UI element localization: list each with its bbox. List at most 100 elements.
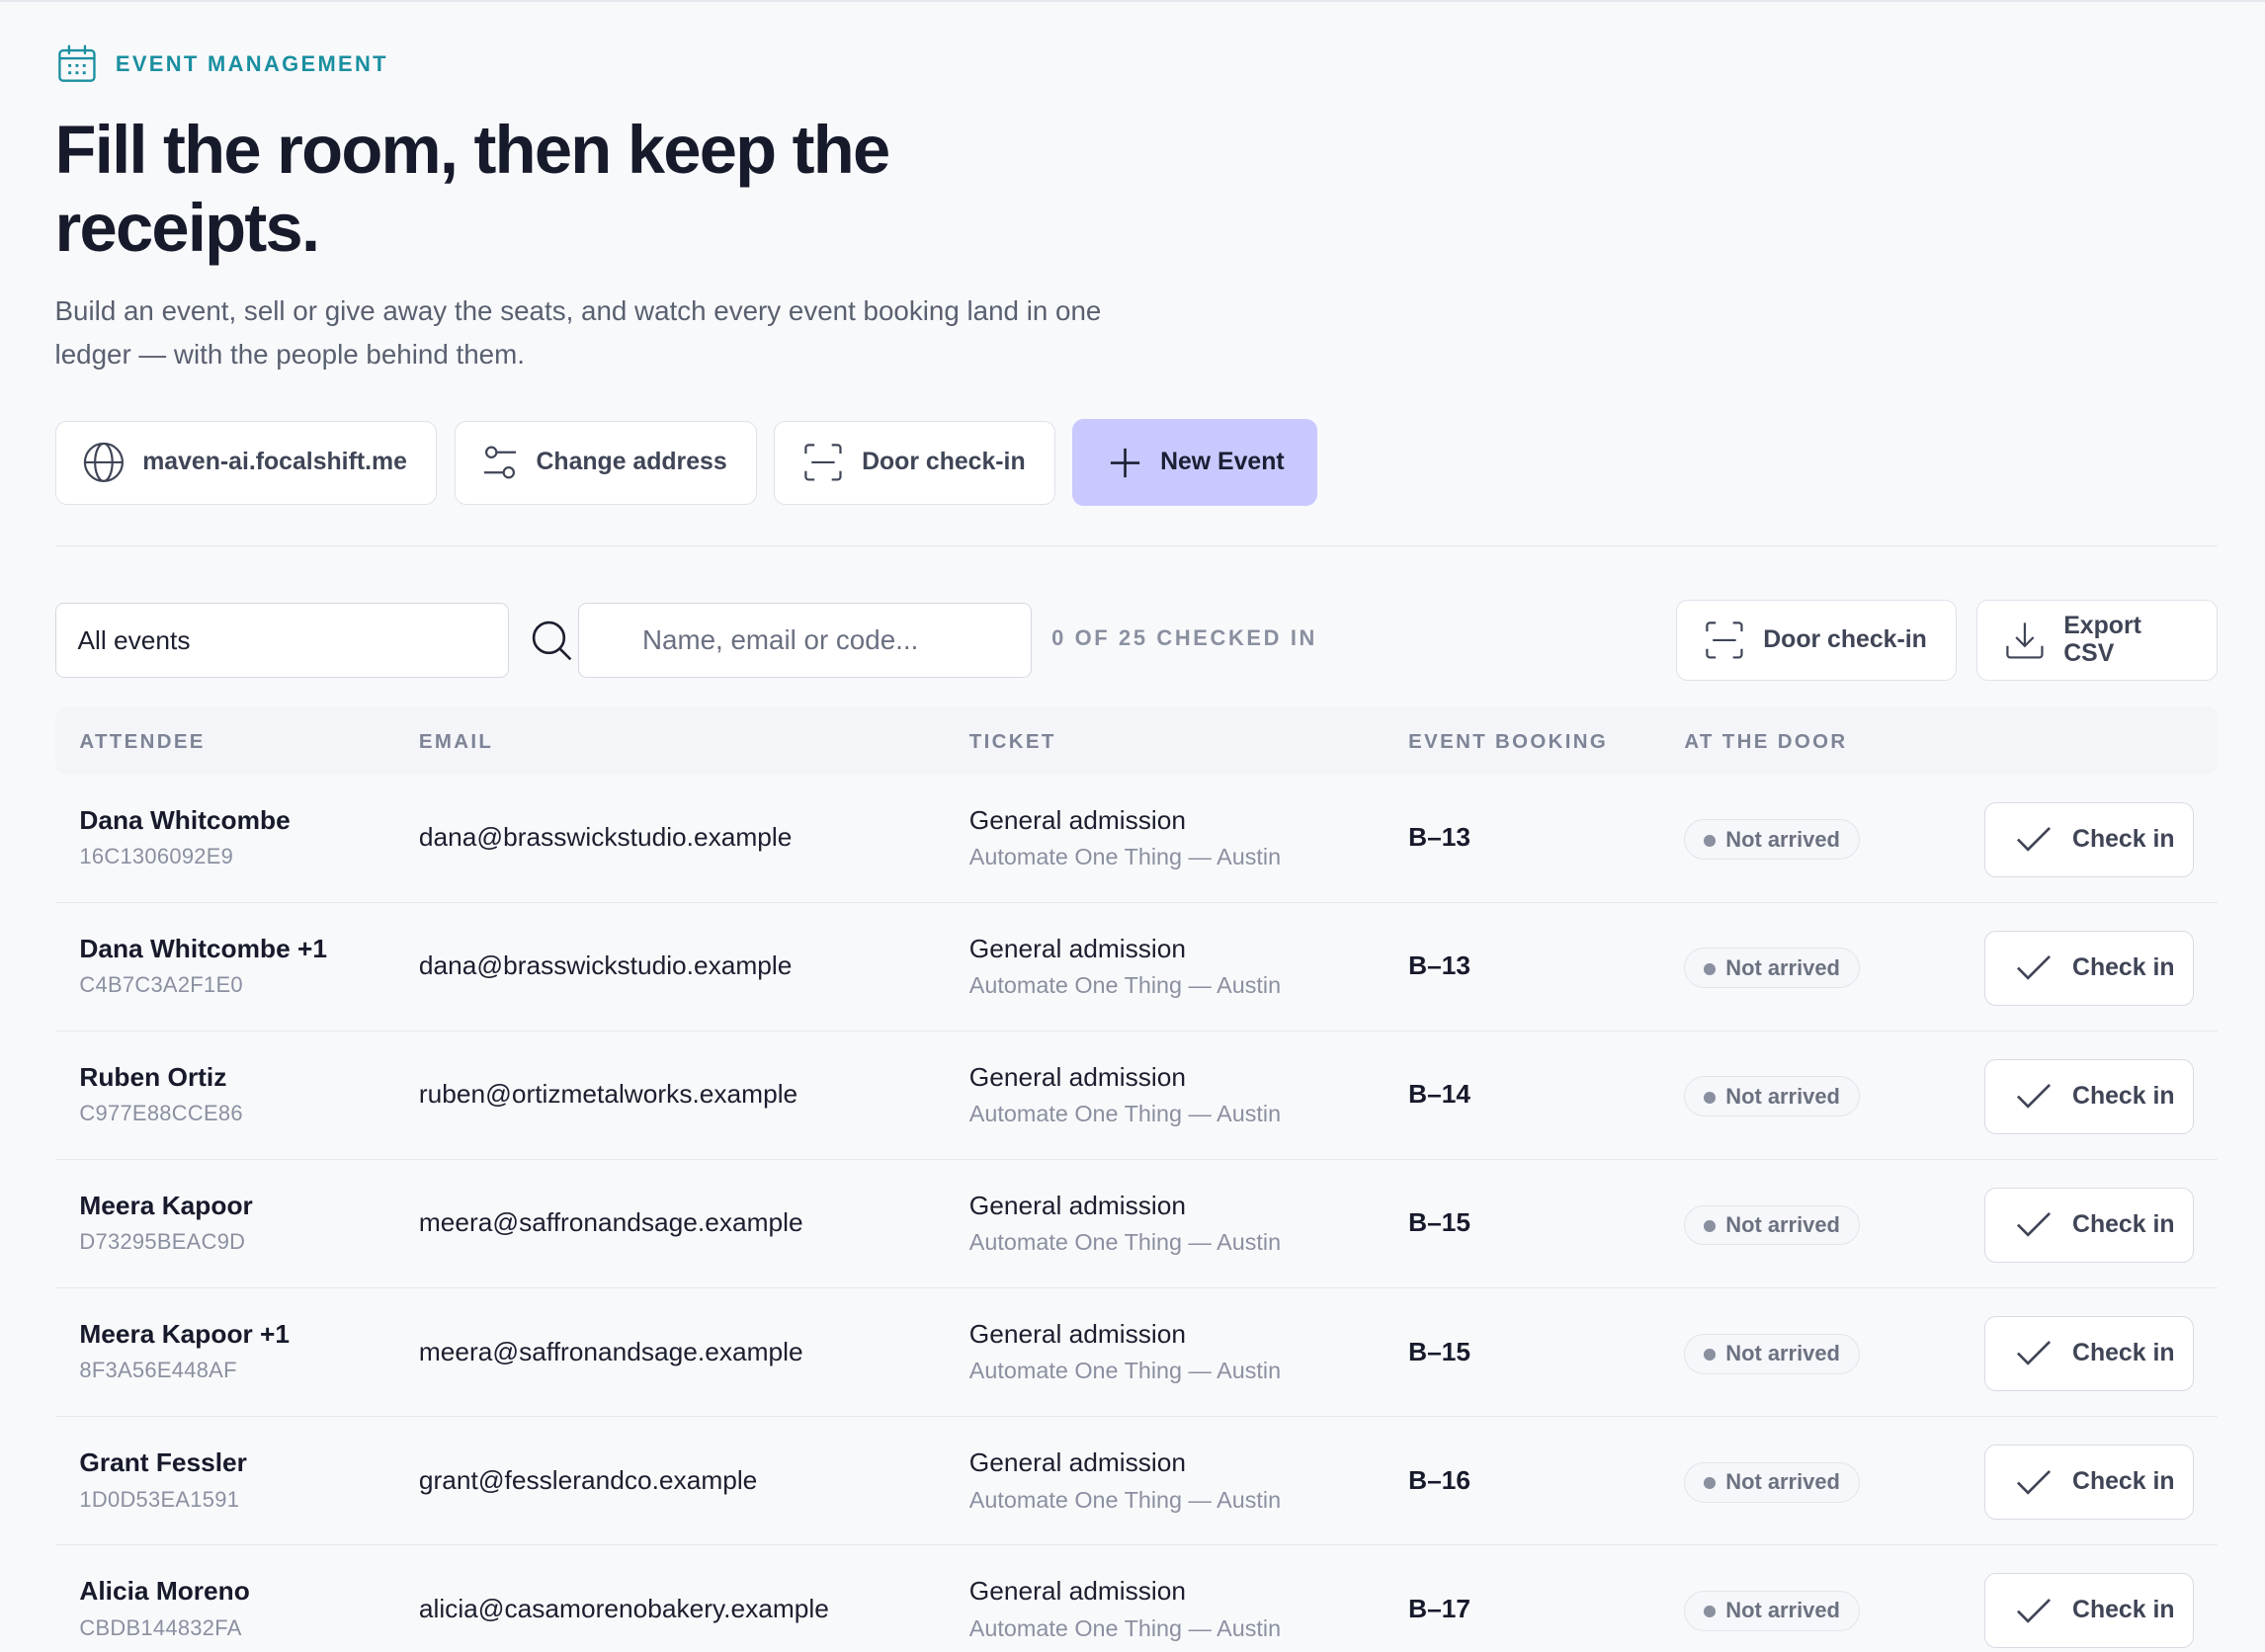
status-label: Not arrived bbox=[1725, 1211, 1840, 1237]
event-management-page: EVENT MANAGEMENT Fill the room, then kee… bbox=[54, 2, 2218, 1652]
check-in-button[interactable]: Check in bbox=[1984, 1187, 2195, 1263]
status-label: Not arrived bbox=[1725, 826, 1840, 852]
attendee-code: 16C1306092E9 bbox=[79, 844, 234, 869]
table-row: Dana Whitcombe 16C1306092E9 dana@brasswi… bbox=[54, 775, 2218, 904]
status-dot bbox=[1704, 962, 1717, 975]
check-in-label: Check in bbox=[2072, 1082, 2175, 1110]
ticket-type: General admission bbox=[968, 1447, 1187, 1478]
attendee-email: alicia@casamorenobakery.example bbox=[418, 1593, 829, 1623]
check-in-label: Check in bbox=[2072, 953, 2175, 981]
attendee-email: dana@brasswickstudio.example bbox=[418, 822, 793, 853]
ticket-type: General admission bbox=[968, 1576, 1187, 1607]
event-booking-id: B–15 bbox=[1408, 1336, 1471, 1366]
column-header-attendee: ATTENDEE bbox=[79, 729, 206, 753]
attendee-name: Dana Whitcombe +1 bbox=[79, 933, 327, 963]
check-in-button[interactable]: Check in bbox=[1984, 930, 2195, 1006]
ticket-event: Automate One Thing — Austin bbox=[968, 1614, 1282, 1641]
table-row: Grant Fessler 1D0D53EA1591 grant@fessler… bbox=[54, 1417, 2218, 1546]
status-label: Not arrived bbox=[1725, 1083, 1840, 1109]
status-badge: Not arrived bbox=[1684, 1076, 1860, 1117]
status-badge: Not arrived bbox=[1684, 948, 1860, 989]
globe-icon bbox=[83, 443, 124, 483]
attendee-code: CBDB144832FA bbox=[79, 1614, 242, 1640]
door-checkin-label: Door check-in bbox=[862, 449, 1026, 476]
export-csv-button[interactable]: Export CSV bbox=[1975, 600, 2218, 681]
attendee-code: D73295BEAC9D bbox=[79, 1229, 246, 1255]
domain-button[interactable]: maven-ai.focalshift.me bbox=[54, 420, 438, 505]
change-address-label: Change address bbox=[536, 449, 727, 476]
column-header-ticket: TICKET bbox=[968, 729, 1056, 753]
attendee-name: Grant Fessler bbox=[79, 1447, 247, 1478]
check-icon bbox=[2016, 1212, 2051, 1238]
column-header-at-the-door: AT THE DOOR bbox=[1684, 729, 1848, 753]
attendee-email: meera@saffronandsage.example bbox=[418, 1207, 803, 1238]
table-row: Meera Kapoor D73295BEAC9D meera@saffrona… bbox=[54, 1160, 2218, 1289]
check-in-label: Check in bbox=[2072, 1210, 2175, 1238]
door-checkin-button[interactable]: Door check-in bbox=[774, 420, 1055, 505]
status-badge: Not arrived bbox=[1684, 1333, 1860, 1374]
check-icon bbox=[2016, 1598, 2051, 1623]
status-dot bbox=[1704, 1092, 1717, 1104]
ticket-event: Automate One Thing — Austin bbox=[968, 972, 1282, 999]
search-icon bbox=[532, 620, 572, 660]
check-icon bbox=[2016, 1341, 2051, 1366]
check-in-button[interactable]: Check in bbox=[1984, 801, 2195, 877]
check-in-button[interactable]: Check in bbox=[1984, 1316, 2195, 1392]
check-in-label: Check in bbox=[2072, 1597, 2175, 1624]
attendee-name: Meera Kapoor bbox=[79, 1190, 253, 1220]
attendee-code: 8F3A56E448AF bbox=[79, 1358, 237, 1383]
eyebrow-label: EVENT MANAGEMENT bbox=[115, 50, 388, 76]
event-booking-id: B–15 bbox=[1408, 1207, 1471, 1238]
status-dot bbox=[1704, 1349, 1717, 1361]
check-icon bbox=[2016, 955, 2051, 980]
domain-label: maven-ai.focalshift.me bbox=[142, 449, 407, 476]
search-input[interactable] bbox=[577, 603, 1032, 679]
table-row: Ruben Ortiz C977E88CCE86 ruben@ortizmeta… bbox=[54, 1032, 2218, 1161]
ticket-event: Automate One Thing — Austin bbox=[968, 1229, 1282, 1256]
attendee-name: Dana Whitcombe bbox=[79, 804, 291, 835]
check-in-button[interactable]: Check in bbox=[1984, 1445, 2195, 1521]
attendee-name: Ruben Ortiz bbox=[79, 1061, 227, 1092]
status-dot bbox=[1704, 1477, 1717, 1489]
status-badge: Not arrived bbox=[1684, 1590, 1860, 1631]
event-filter-select[interactable]: All events bbox=[54, 603, 509, 679]
section-divider bbox=[54, 544, 2218, 547]
status-label: Not arrived bbox=[1725, 954, 1840, 980]
ticket-event: Automate One Thing — Austin bbox=[968, 844, 1282, 870]
scan-icon bbox=[1706, 621, 1743, 659]
ticket-type: General admission bbox=[968, 1318, 1187, 1349]
toolbar-door-checkin-button[interactable]: Door check-in bbox=[1675, 600, 1957, 681]
page-description: Build an event, sell or give away the se… bbox=[54, 294, 1102, 370]
status-badge: Not arrived bbox=[1684, 819, 1860, 861]
status-label: Not arrived bbox=[1725, 1469, 1840, 1495]
change-address-button[interactable]: Change address bbox=[454, 420, 757, 505]
table-row: Meera Kapoor +1 8F3A56E448AF meera@saffr… bbox=[54, 1288, 2218, 1418]
attendee-toolbar: All events 0 OF 25 CHECKED IN Door check… bbox=[54, 600, 2218, 681]
attendee-email: ruben@ortizmetalworks.example bbox=[418, 1079, 798, 1110]
ticket-type: General admission bbox=[968, 933, 1187, 963]
status-label: Not arrived bbox=[1725, 1598, 1840, 1623]
check-in-button[interactable]: Check in bbox=[1984, 1573, 2195, 1649]
status-label: Not arrived bbox=[1725, 1341, 1840, 1366]
attendee-name: Meera Kapoor +1 bbox=[79, 1318, 291, 1349]
table-header: ATTENDEE EMAIL TICKET EVENT BOOKING AT T… bbox=[54, 706, 2218, 775]
hero-actions: maven-ai.focalshift.me Change address Do… bbox=[54, 419, 1317, 507]
calendar-icon bbox=[57, 44, 96, 82]
attendee-code: 1D0D53EA1591 bbox=[79, 1486, 240, 1512]
column-header-event-booking: EVENT BOOKING bbox=[1408, 729, 1609, 753]
toolbar-door-checkin-label: Door check-in bbox=[1763, 626, 1927, 654]
check-in-button[interactable]: Check in bbox=[1984, 1058, 2195, 1134]
ticket-type: General admission bbox=[968, 1061, 1187, 1092]
new-event-label: New Event bbox=[1160, 449, 1285, 476]
column-header-email: EMAIL bbox=[418, 729, 494, 753]
check-in-label: Check in bbox=[2072, 1468, 2175, 1496]
status-badge: Not arrived bbox=[1684, 1204, 1860, 1246]
check-in-label: Check in bbox=[2072, 825, 2175, 853]
table-body: Dana Whitcombe 16C1306092E9 dana@brasswi… bbox=[54, 775, 2218, 1652]
status-dot bbox=[1704, 1606, 1717, 1618]
download-icon bbox=[2006, 622, 2044, 659]
event-booking-id: B–16 bbox=[1408, 1464, 1471, 1495]
page-title: Fill the room, then keep the receipts. bbox=[54, 112, 891, 267]
new-event-button[interactable]: New Event bbox=[1072, 419, 1317, 507]
plus-icon bbox=[1111, 448, 1140, 477]
